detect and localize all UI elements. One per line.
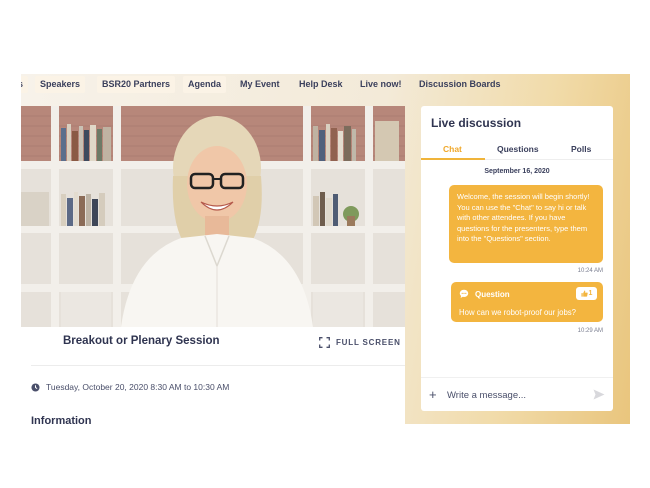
thumbs-up-icon: [580, 290, 588, 297]
tab-questions[interactable]: Questions: [497, 144, 539, 154]
nav-item-my-event[interactable]: My Event: [235, 76, 285, 93]
welcome-message: Welcome, the session will begin shortly!…: [449, 185, 603, 263]
app-frame: s Speakers BSR20 Partners Agenda My Even…: [21, 74, 630, 424]
upvote-count: 1: [588, 290, 593, 297]
message-input[interactable]: [447, 387, 587, 403]
nav-item-agenda[interactable]: Agenda: [183, 76, 227, 93]
message-timestamp: 10:24 AM: [577, 268, 603, 274]
active-tab-indicator: [421, 158, 485, 160]
tab-chat[interactable]: Chat: [443, 144, 462, 154]
question-timestamp: 10:29 AM: [577, 328, 603, 334]
question-message: Question 1 How can we robot-proof our jo…: [451, 282, 603, 322]
clock-icon: [31, 382, 40, 392]
nav-item-partial[interactable]: s: [21, 76, 29, 93]
live-discussion-panel: Live discussion Chat Questions Polls Sep…: [421, 106, 613, 411]
session-title: Breakout or Plenary Session: [63, 335, 220, 347]
nav-item-bsr20-partners[interactable]: BSR20 Partners: [97, 76, 176, 93]
information-heading: Information: [31, 415, 92, 424]
fullscreen-icon: [319, 336, 330, 348]
nav-item-live-now[interactable]: Live now!: [355, 76, 407, 93]
chat-date: September 16, 2020: [484, 168, 550, 175]
fullscreen-button[interactable]: FULL SCREEN: [319, 335, 401, 349]
top-navigation: s Speakers BSR20 Partners Agenda My Even…: [21, 74, 630, 96]
message-composer: +: [421, 377, 613, 411]
question-text: How can we robot-proof our jobs?: [459, 308, 577, 317]
divider: [31, 365, 405, 366]
send-icon[interactable]: [593, 389, 605, 400]
question-label: Question: [475, 290, 510, 299]
video-frame-image: [21, 106, 405, 327]
nav-item-help-desk[interactable]: Help Desk: [294, 76, 348, 93]
chat-bubble-icon: [459, 289, 469, 298]
video-player[interactable]: [21, 106, 405, 327]
tab-polls[interactable]: Polls: [571, 144, 591, 154]
nav-item-discussion-boards[interactable]: Discussion Boards: [414, 76, 506, 93]
upvote-button[interactable]: 1: [576, 287, 597, 300]
session-datetime: Tuesday, October 20, 2020 8:30 AM to 10:…: [46, 382, 230, 392]
plus-icon[interactable]: +: [429, 388, 437, 401]
welcome-message-text: Welcome, the session will begin shortly!…: [457, 192, 590, 243]
panel-title: Live discussion: [431, 116, 522, 130]
session-datetime-row: Tuesday, October 20, 2020 8:30 AM to 10:…: [31, 382, 229, 392]
nav-item-speakers[interactable]: Speakers: [35, 76, 86, 93]
session-info: Breakout or Plenary Session FULL SCREEN …: [21, 327, 405, 424]
fullscreen-label: FULL SCREEN: [336, 337, 401, 347]
